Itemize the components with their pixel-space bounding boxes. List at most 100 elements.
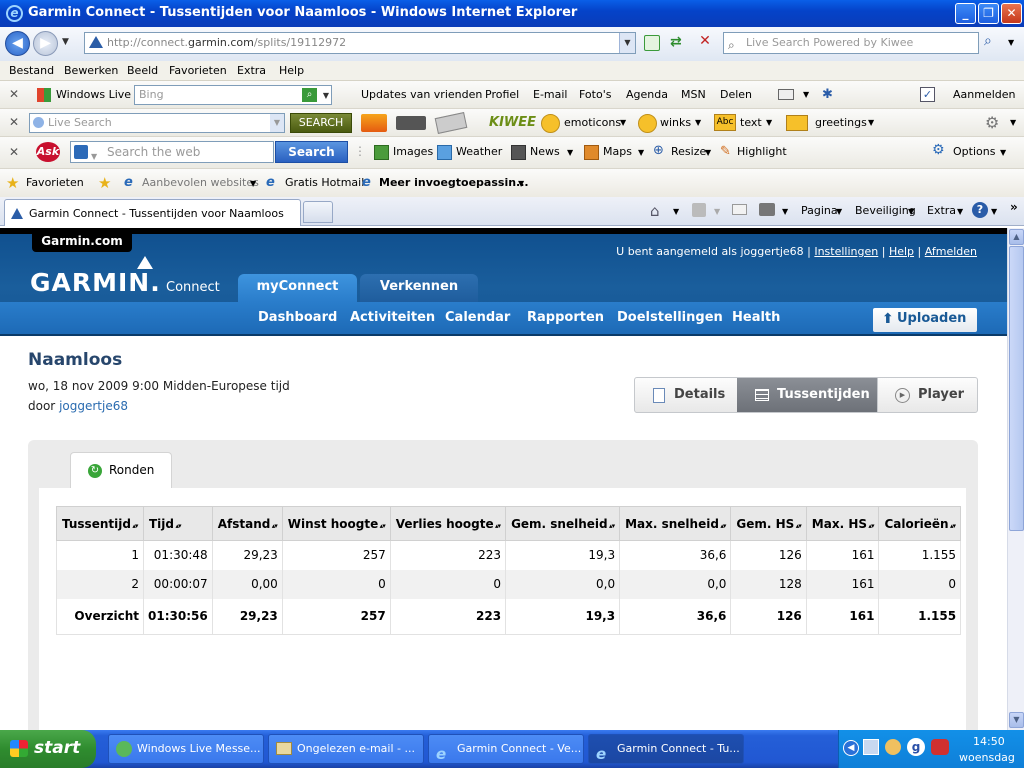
- bing-search-input[interactable]: Bing ⌕ ▼: [134, 85, 332, 105]
- extra-dropdown[interactable]: ▼: [957, 207, 963, 216]
- new-tab-button[interactable]: [303, 201, 333, 223]
- close-toolbar-icon[interactable]: ✕: [9, 87, 19, 101]
- col-tussentijd[interactable]: Tussentijd: [56, 506, 144, 541]
- emoticons-dropdown[interactable]: ▼: [620, 118, 626, 127]
- garmin-com-link[interactable]: Garmin.com: [32, 230, 132, 252]
- ask-highlight[interactable]: Highlight: [737, 145, 787, 158]
- live-link-agenda[interactable]: Agenda: [626, 88, 668, 101]
- refresh-icon[interactable]: ⇄: [670, 34, 688, 52]
- ask-engine-icon[interactable]: [74, 145, 88, 159]
- col-max-hs[interactable]: Max. HS: [805, 506, 880, 541]
- drag-handle-icon[interactable]: ⋮: [354, 144, 366, 158]
- upload-button[interactable]: ⬆ Uploaden: [873, 308, 977, 332]
- kiwee-search-button[interactable]: SEARCH: [290, 113, 352, 133]
- task-garmin-tu[interactable]: e Garmin Connect - Tu...: [588, 734, 744, 764]
- news-dropdown[interactable]: ▼: [567, 148, 573, 157]
- bing-search-icon[interactable]: ⌕: [302, 88, 317, 102]
- emoticons-menu[interactable]: emoticons: [564, 116, 621, 129]
- gear-dropdown[interactable]: ▼: [1010, 118, 1016, 127]
- close-button[interactable]: ✕: [1001, 3, 1022, 24]
- nav-doelstellingen[interactable]: Doelstellingen: [617, 310, 723, 325]
- tray-expand-icon[interactable]: ◀: [843, 740, 859, 756]
- activity-title[interactable]: Naamloos: [28, 350, 122, 370]
- help-dropdown[interactable]: ▼: [991, 207, 997, 216]
- tab-myconnect[interactable]: myConnect: [238, 274, 357, 302]
- help-link[interactable]: Help: [889, 245, 914, 258]
- nav-dashboard[interactable]: Dashboard: [258, 310, 337, 325]
- ask-search-input[interactable]: ▼ Search the web: [70, 141, 274, 163]
- addons-dropdown[interactable]: ▼: [518, 179, 524, 188]
- nav-rapporten[interactable]: Rapporten: [527, 310, 604, 325]
- feeds-dropdown[interactable]: ▼: [714, 207, 720, 216]
- ask-engine-dropdown[interactable]: ▼: [91, 147, 97, 167]
- logout-link[interactable]: Afmelden: [925, 245, 977, 258]
- vertical-scrollbar[interactable]: ▲ ▼: [1007, 228, 1024, 730]
- address-bar[interactable]: http://connect.garmin.com/splits/1911297…: [84, 32, 636, 54]
- col-winst-hoogte[interactable]: Winst hoogte: [281, 506, 391, 541]
- nav-health[interactable]: Health: [732, 310, 780, 325]
- menu-bewerken[interactable]: Bewerken: [64, 64, 118, 77]
- ask-weather[interactable]: Weather: [456, 145, 502, 158]
- task-messenger[interactable]: Windows Live Messe...: [108, 734, 264, 764]
- tab-verkennen[interactable]: Verkennen: [360, 274, 478, 302]
- tab-player[interactable]: ▶ Player: [877, 378, 977, 412]
- greetings-menu[interactable]: greetings: [815, 116, 867, 129]
- text-menu[interactable]: text: [740, 116, 762, 129]
- close-toolbar-icon[interactable]: ✕: [9, 115, 19, 129]
- tab-tussentijden[interactable]: Tussentijden: [737, 378, 877, 412]
- live-link-delen[interactable]: Delen: [720, 88, 752, 101]
- stop-icon[interactable]: ✕: [696, 33, 714, 51]
- text-dropdown[interactable]: ▼: [766, 118, 772, 127]
- ask-logo[interactable]: Ask: [36, 142, 60, 162]
- home-dropdown[interactable]: ▼: [673, 207, 679, 216]
- col-gem-hs[interactable]: Gem. HS: [730, 506, 807, 541]
- aanbevolen-dropdown[interactable]: ▼: [250, 179, 256, 188]
- gear-icon[interactable]: ⚙: [985, 113, 999, 132]
- cmd-extra[interactable]: Extra: [927, 204, 956, 217]
- minimize-button[interactable]: _: [955, 3, 976, 24]
- ask-maps[interactable]: Maps: [603, 145, 632, 158]
- search-options-dropdown[interactable]: ▼: [1008, 38, 1014, 47]
- close-toolbar-icon[interactable]: ✕: [9, 145, 19, 159]
- live-link-updates[interactable]: Updates van vrienden: [361, 88, 482, 101]
- nav-activiteiten[interactable]: Activiteiten: [350, 310, 435, 325]
- translate-icon[interactable]: ✱: [822, 87, 833, 102]
- kiwee-dropdown-icon[interactable]: ▼: [270, 114, 284, 132]
- col-calorieen[interactable]: Calorieën: [878, 506, 962, 541]
- security-tray-icon[interactable]: [931, 739, 949, 755]
- nav-calendar[interactable]: Calendar: [445, 310, 510, 325]
- col-afstand[interactable]: Afstand: [211, 506, 283, 541]
- search-go-icon[interactable]: ⌕: [984, 33, 1004, 53]
- winks-menu[interactable]: winks: [660, 116, 691, 129]
- col-tijd[interactable]: Tijd: [143, 506, 213, 541]
- col-max-snelheid[interactable]: Max. snelheid: [619, 506, 732, 541]
- scroll-down-arrow[interactable]: ▼: [1009, 712, 1024, 728]
- network-icon[interactable]: [863, 739, 879, 755]
- table-row[interactable]: 1 01:30:48 29,23 257 223 19,3 36,6 126 1…: [56, 540, 962, 570]
- winks-dropdown[interactable]: ▼: [695, 118, 701, 127]
- camera-icon[interactable]: [396, 116, 426, 130]
- windows-live-brand[interactable]: Windows Live: [56, 88, 131, 101]
- home-icon[interactable]: ⌂: [650, 202, 660, 220]
- live-search-input[interactable]: ⌕ Live Search Powered by Kiwee: [723, 32, 979, 54]
- menu-bestand[interactable]: Bestand: [9, 64, 54, 77]
- checklist-icon[interactable]: ✓: [920, 87, 935, 102]
- greetings-dropdown[interactable]: ▼: [868, 118, 874, 127]
- chevron-more-icon[interactable]: »: [1010, 200, 1018, 214]
- bing-dropdown-icon[interactable]: ▼: [323, 87, 329, 105]
- menu-help[interactable]: Help: [279, 64, 304, 77]
- ask-search-button[interactable]: Search: [275, 141, 348, 163]
- start-button[interactable]: start: [0, 730, 96, 768]
- help-icon[interactable]: ?: [972, 202, 988, 218]
- ask-news[interactable]: News: [530, 145, 560, 158]
- maximize-button[interactable]: ❐: [978, 3, 999, 24]
- fav-addons[interactable]: Meer invoegtoepassin...: [379, 176, 529, 189]
- live-link-fotos[interactable]: Foto's: [579, 88, 611, 101]
- kiwee-search-input[interactable]: Live Search ▼: [29, 113, 285, 133]
- ask-options[interactable]: Options: [953, 145, 995, 158]
- tab-ronden[interactable]: ↻ Ronden: [70, 452, 172, 489]
- favorites-button[interactable]: Favorieten: [26, 176, 84, 189]
- live-link-profiel[interactable]: Profiel: [485, 88, 519, 101]
- fav-hotmail[interactable]: Gratis Hotmail: [285, 176, 364, 189]
- task-email[interactable]: Ongelezen e-mail - ...: [268, 734, 424, 764]
